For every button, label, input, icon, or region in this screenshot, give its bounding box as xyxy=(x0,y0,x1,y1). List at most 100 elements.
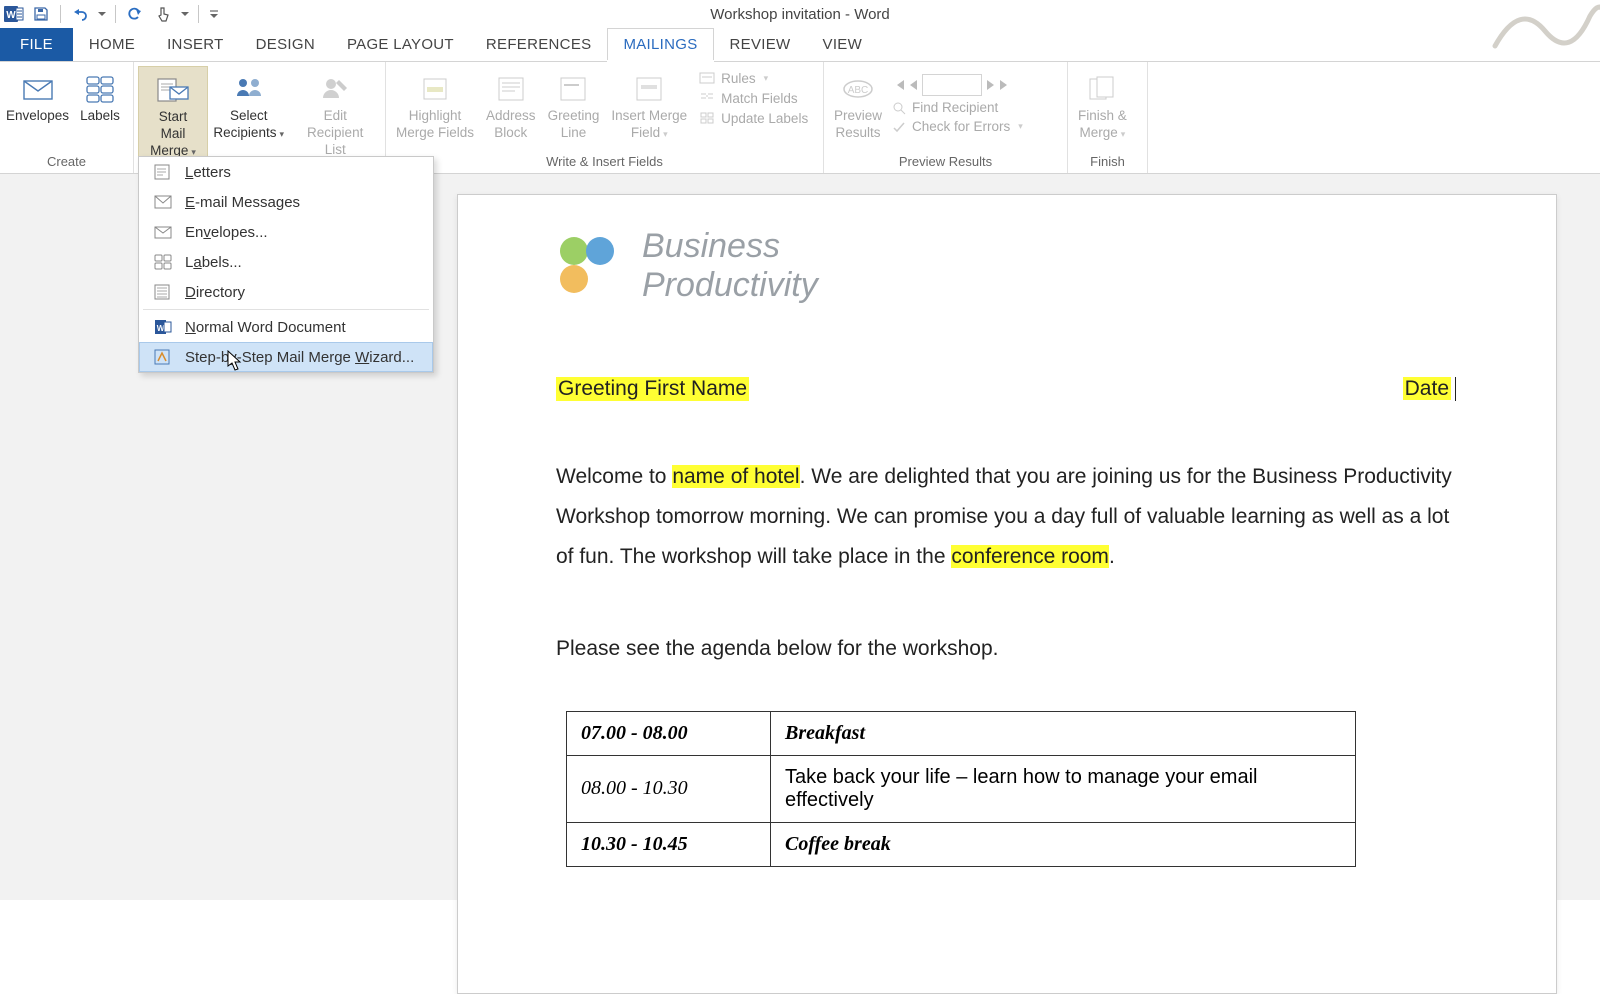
preview-icon: ABC xyxy=(841,72,875,106)
group-label-write: Write & Insert Fields xyxy=(386,152,823,173)
group-preview: ABC Preview Results F xyxy=(824,62,1068,173)
tab-design[interactable]: DESIGN xyxy=(240,28,331,61)
menu-item-wizard[interactable]: Step-by-Step Mail Merge Wizard... xyxy=(139,342,433,372)
undo-dropdown-caret[interactable] xyxy=(97,3,107,25)
first-record-icon xyxy=(892,78,906,92)
redo-icon[interactable] xyxy=(124,3,146,25)
address-block-button: Address Block xyxy=(480,66,542,144)
finish-merge-button: Finish & Merge▾ xyxy=(1072,66,1133,144)
highlight-merge-fields-button: Highlight Merge Fields xyxy=(390,66,480,144)
qat-customize-caret[interactable] xyxy=(207,3,221,25)
group-finish: Finish & Merge▾ Finish xyxy=(1068,62,1148,173)
tab-mailings[interactable]: MAILINGS xyxy=(607,28,713,61)
touch-mode-icon[interactable] xyxy=(152,3,174,25)
preview-results-button: ABC Preview Results xyxy=(828,66,888,144)
greeting-line-button: Greeting Line xyxy=(542,66,606,144)
title-bar: W Worksh xyxy=(0,0,1600,28)
labels-button[interactable]: Labels xyxy=(71,66,129,127)
rules-stack: Rules▾ Match Fields Update Labels xyxy=(693,66,814,130)
tab-references[interactable]: REFERENCES xyxy=(470,28,608,61)
greeting-row: Greeting First Name Date xyxy=(556,377,1456,401)
envelopes-button[interactable]: Envelopes xyxy=(4,66,71,127)
logo-shapes-icon xyxy=(554,231,624,301)
labels-icon xyxy=(83,72,117,106)
save-icon[interactable] xyxy=(30,3,52,25)
edit-recipients-icon xyxy=(318,72,352,106)
conference-room-placeholder[interactable]: conference room xyxy=(951,545,1109,568)
menu-item-directory[interactable]: Directory xyxy=(139,277,433,307)
insert-merge-field-label: Insert Merge Field▾ xyxy=(611,108,687,142)
edit-recipient-list-button: Edit Recipient List xyxy=(289,66,381,161)
check-errors-button: Check for Errors▾ xyxy=(892,119,1023,134)
menu-item-envelopes[interactable]: Envelopes... xyxy=(139,217,433,247)
record-nav xyxy=(892,68,1023,96)
rules-icon xyxy=(699,70,715,86)
logo-line2: Productivity xyxy=(642,266,818,305)
tab-home[interactable]: HOME xyxy=(73,28,151,61)
find-icon xyxy=(892,101,906,115)
agenda-desc[interactable]: Take back your life – learn how to manag… xyxy=(771,755,1356,822)
undo-icon[interactable] xyxy=(69,3,91,25)
greeting-icon xyxy=(556,72,590,106)
select-recipients-label: Select Recipients▾ xyxy=(213,108,284,142)
svg-text:W: W xyxy=(6,10,16,21)
letter-icon xyxy=(153,163,173,181)
quick-access-toolbar: W xyxy=(0,3,221,25)
record-number-input xyxy=(922,74,982,96)
check-icon xyxy=(892,120,906,134)
recipients-icon xyxy=(232,72,266,106)
insert-field-icon xyxy=(632,72,666,106)
finish-merge-label: Finish & Merge▾ xyxy=(1078,108,1127,142)
agenda-desc[interactable]: Breakfast xyxy=(771,711,1356,755)
intro-paragraph[interactable]: Welcome to name of hotel. We are delight… xyxy=(556,457,1456,577)
email-icon xyxy=(153,193,173,211)
date-placeholder[interactable]: Date xyxy=(1403,377,1451,400)
menu-item-email[interactable]: E-mail Messages xyxy=(139,187,433,217)
rules-button: Rules▾ xyxy=(699,70,808,86)
agenda-time[interactable]: 10.30 - 10.45 xyxy=(567,822,771,866)
menu-item-letters[interactable]: LLettersetters xyxy=(139,157,433,187)
tab-file[interactable]: FILE xyxy=(0,28,73,61)
agenda-time[interactable]: 08.00 - 10.30 xyxy=(567,755,771,822)
agenda-time[interactable]: 07.00 - 08.00 xyxy=(567,711,771,755)
text-cursor xyxy=(1455,377,1456,401)
prev-record-icon xyxy=(908,78,920,92)
word-doc-icon: W xyxy=(153,318,173,336)
finish-icon xyxy=(1085,72,1119,106)
tab-review[interactable]: REVIEW xyxy=(714,28,807,61)
group-write-insert: Highlight Merge Fields Address Block Gre… xyxy=(386,62,824,173)
menu-item-normal-doc[interactable]: W Normal Word Document xyxy=(139,312,433,342)
tab-view[interactable]: VIEW xyxy=(807,28,879,61)
menu-item-labels[interactable]: Labels... xyxy=(139,247,433,277)
table-row: 07.00 - 08.00 Breakfast xyxy=(567,711,1356,755)
greeting-placeholder[interactable]: Greeting First Name xyxy=(556,377,749,401)
agenda-intro[interactable]: Please see the agenda below for the work… xyxy=(556,629,1456,669)
last-record-icon xyxy=(998,78,1012,92)
tab-insert[interactable]: INSERT xyxy=(151,28,240,61)
match-fields-button: Match Fields xyxy=(699,90,808,106)
highlight-icon xyxy=(418,72,452,106)
agenda-table[interactable]: 07.00 - 08.00 Breakfast 08.00 - 10.30 Ta… xyxy=(566,711,1356,867)
match-icon xyxy=(699,90,715,106)
tab-page-layout[interactable]: PAGE LAYOUT xyxy=(331,28,470,61)
find-recipient-button: Find Recipient xyxy=(892,100,1023,115)
group-label-finish: Finish xyxy=(1068,152,1147,173)
hotel-placeholder[interactable]: name of hotel xyxy=(672,465,799,488)
touch-mode-caret[interactable] xyxy=(180,3,190,25)
document-page[interactable]: Business Productivity Greeting First Nam… xyxy=(457,194,1557,994)
labels-small-icon xyxy=(153,253,173,271)
next-record-icon xyxy=(984,78,996,92)
update-icon xyxy=(699,110,715,126)
start-mail-merge-label: Start Mail Merge▾ xyxy=(145,109,201,160)
group-label-create: Create xyxy=(0,152,133,173)
address-icon xyxy=(494,72,528,106)
wizard-icon xyxy=(153,348,173,366)
ribbon-tabs: FILE HOME INSERT DESIGN PAGE LAYOUT REFE… xyxy=(0,28,1600,62)
agenda-desc[interactable]: Coffee break xyxy=(771,822,1356,866)
group-label-preview: Preview Results xyxy=(824,152,1067,173)
start-mail-merge-button[interactable]: Start Mail Merge▾ xyxy=(138,66,208,163)
svg-text:ABC: ABC xyxy=(848,85,869,96)
select-recipients-button[interactable]: Select Recipients▾ xyxy=(208,66,289,144)
decorative-scribble-icon xyxy=(1490,0,1600,66)
insert-merge-field-button: Insert Merge Field▾ xyxy=(605,66,693,144)
